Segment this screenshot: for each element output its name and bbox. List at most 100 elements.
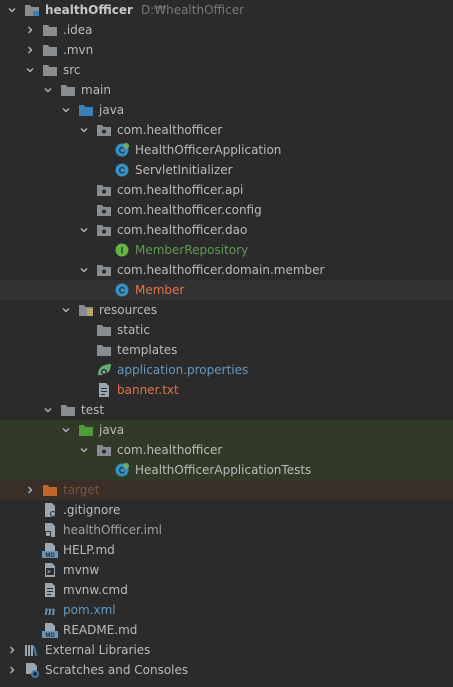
chevron-down-icon[interactable]: [60, 300, 72, 320]
tree-node-com-healthofficer[interactable]: com.healthofficer: [0, 440, 453, 460]
chevron-down-icon[interactable]: [78, 120, 90, 140]
tree-node-label: Member: [135, 283, 185, 297]
folder-icon: [42, 22, 58, 38]
tree-node-label: .idea: [63, 23, 93, 37]
tree-node-idea[interactable]: .idea: [0, 20, 453, 40]
folder-icon: [60, 82, 76, 98]
module-folder-icon: [24, 2, 40, 18]
tree-node-mvnw[interactable]: mvnw: [0, 560, 453, 580]
chevron-right-icon[interactable]: [6, 660, 18, 680]
tree-node-servletinitializer[interactable]: C ServletInitializer: [0, 160, 453, 180]
tree-node-label: templates: [117, 343, 178, 357]
tree-node-label: com.healthofficer: [117, 123, 223, 137]
tree-node-label: java: [99, 423, 125, 437]
tree-node-member[interactable]: C Member: [0, 280, 453, 300]
chevron-down-icon[interactable]: [78, 220, 90, 240]
tree-node-java[interactable]: java: [0, 100, 453, 120]
package-icon: [96, 182, 112, 198]
tree-node-label: static: [117, 323, 150, 337]
interface-icon: I: [114, 242, 130, 258]
chevron-down-icon[interactable]: [24, 60, 36, 80]
text-file-icon: [42, 582, 58, 598]
chevron-right-icon[interactable]: [6, 640, 18, 660]
tree-node-label: ServletInitializer: [135, 163, 233, 177]
tree-node-com-healthofficer-dao[interactable]: com.healthofficer.dao: [0, 220, 453, 240]
svg-text:C: C: [119, 286, 126, 296]
tree-node-com-healthofficer-config[interactable]: com.healthofficer.config: [0, 200, 453, 220]
tree-node-label: README.md: [63, 623, 138, 637]
tree-node-healthofficerapplicationtests[interactable]: C HealthOfficerApplicationTests: [0, 460, 453, 480]
chevron-down-icon[interactable]: [78, 260, 90, 280]
tree-node-templates[interactable]: templates: [0, 340, 453, 360]
tree-node-label: Scratches and Consoles: [45, 663, 189, 677]
tree-node-memberrepository[interactable]: I MemberRepository: [0, 240, 453, 260]
tree-node-src[interactable]: src: [0, 60, 453, 80]
scratches-icon: [24, 662, 40, 678]
gitignore-file-icon: [42, 502, 58, 518]
tree-node-gitignore[interactable]: .gitignore: [0, 500, 453, 520]
chevron-right-icon[interactable]: [24, 40, 36, 60]
tree-node-com-healthofficer[interactable]: com.healthofficer: [0, 120, 453, 140]
tree-node-test[interactable]: test: [0, 400, 453, 420]
chevron-down-icon[interactable]: [42, 400, 54, 420]
tree-node-label: resources: [99, 303, 158, 317]
folder-icon: [60, 402, 76, 418]
tree-node-label: .mvn: [63, 43, 94, 57]
chevron-down-icon[interactable]: [60, 420, 72, 440]
tree-node-healthofficer-iml[interactable]: healthOfficer.iml: [0, 520, 453, 540]
tree-node-application-properties[interactable]: application.properties: [0, 360, 453, 380]
chevron-down-icon[interactable]: [60, 100, 72, 120]
folder-icon: [42, 42, 58, 58]
tree-node-target[interactable]: target: [0, 480, 453, 500]
chevron-down-icon[interactable]: [6, 0, 18, 20]
tree-node-mvn[interactable]: .mvn: [0, 40, 453, 60]
project-tree: healthOfficer D:₩healthOfficer .idea .mvn sr…: [0, 0, 453, 687]
package-icon: [96, 122, 112, 138]
chevron-right-icon[interactable]: [24, 20, 36, 40]
markdown-file-icon: MD: [42, 542, 58, 558]
text-file-icon: [96, 382, 112, 398]
spring-boot-class-icon: C: [114, 142, 130, 158]
svg-text:C: C: [119, 166, 126, 176]
chevron-right-icon[interactable]: [24, 480, 36, 500]
chevron-down-icon[interactable]: [78, 440, 90, 460]
tree-node-healthofficer[interactable]: healthOfficer D:₩healthOfficer: [0, 0, 453, 20]
tree-node-help-md[interactable]: MD HELP.md: [0, 540, 453, 560]
chevron-down-icon[interactable]: [42, 80, 54, 100]
tree-node-com-healthofficer-api[interactable]: com.healthofficer.api: [0, 180, 453, 200]
tree-node-pom-xml[interactable]: m pom.xml: [0, 600, 453, 620]
package-icon: [96, 222, 112, 238]
tree-node-main[interactable]: main: [0, 80, 453, 100]
tree-node-java[interactable]: java: [0, 420, 453, 440]
tree-node-static[interactable]: static: [0, 320, 453, 340]
tree-node-label: mvnw.cmd: [63, 583, 128, 597]
tree-node-label: com.healthofficer.domain.member: [117, 263, 325, 277]
tree-node-readme-md[interactable]: MD README.md: [0, 620, 453, 640]
tree-node-scratches-and-consoles[interactable]: Scratches and Consoles: [0, 660, 453, 680]
tree-node-label: HealthOfficerApplication: [135, 143, 282, 157]
tree-node-mvnw-cmd[interactable]: mvnw.cmd: [0, 580, 453, 600]
test-folder-icon: [78, 422, 94, 438]
tree-node-banner-txt[interactable]: banner.txt: [0, 380, 453, 400]
tree-node-com-healthofficer-domain-member[interactable]: com.healthofficer.domain.member: [0, 260, 453, 280]
maven-pom-icon: m: [42, 602, 58, 618]
package-icon: [96, 202, 112, 218]
tree-node-external-libraries[interactable]: External Libraries: [0, 640, 453, 660]
iml-file-icon: [42, 522, 58, 538]
tree-node-resources[interactable]: resources: [0, 300, 453, 320]
tree-node-healthofficerapplication[interactable]: C HealthOfficerApplication: [0, 140, 453, 160]
tree-node-label: com.healthofficer.api: [117, 183, 244, 197]
tree-node-label: main: [81, 83, 111, 97]
folder-icon: [96, 342, 112, 358]
